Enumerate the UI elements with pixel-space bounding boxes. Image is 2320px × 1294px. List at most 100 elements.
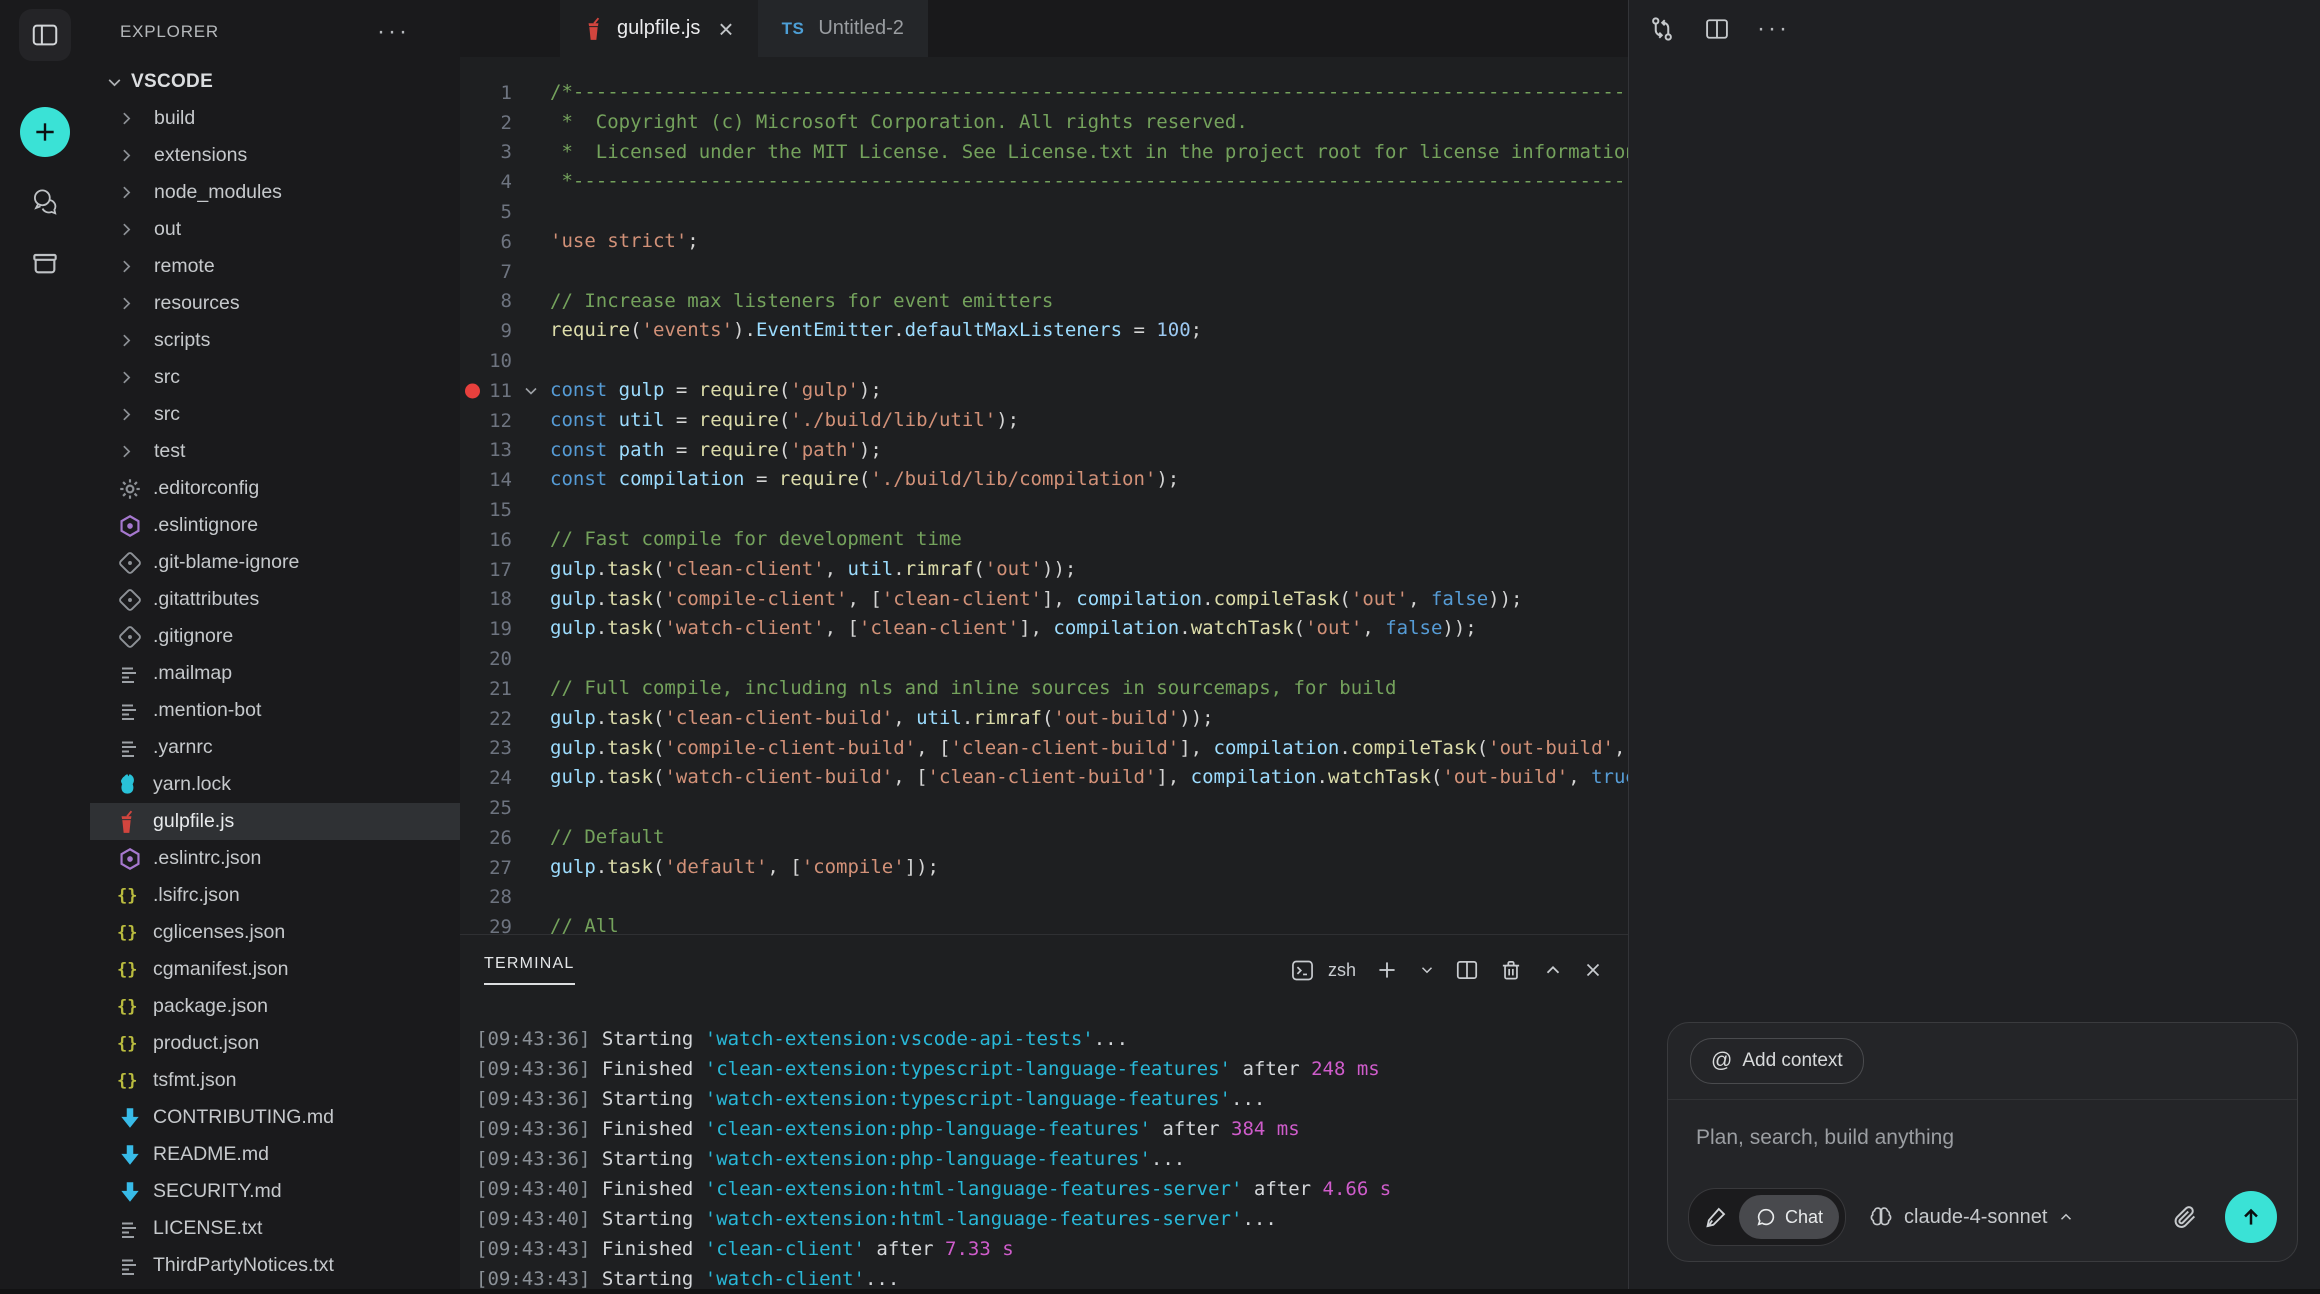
code-line-1[interactable]: 1/*-------------------------------------… bbox=[460, 78, 1628, 108]
code-line-10[interactable]: 10 bbox=[460, 346, 1628, 376]
tree-item-product-json[interactable]: {}product.json bbox=[90, 1025, 460, 1062]
line-number[interactable]: 26 bbox=[460, 827, 512, 849]
tree-item-extensions[interactable]: extensions bbox=[90, 137, 460, 174]
tree-item--mailmap[interactable]: .mailmap bbox=[90, 655, 460, 692]
line-number[interactable]: 10 bbox=[460, 350, 512, 372]
maximize-panel-chevron-icon[interactable] bbox=[1542, 959, 1564, 981]
line-number[interactable]: 16 bbox=[460, 529, 512, 551]
chat-history-button[interactable] bbox=[27, 183, 63, 219]
terminal-tab[interactable]: TERMINAL bbox=[484, 955, 575, 985]
code-line-14[interactable]: 14const compilation = require('./build/l… bbox=[460, 465, 1628, 495]
tree-item--lsifrc-json[interactable]: {}.lsifrc.json bbox=[90, 877, 460, 914]
line-number[interactable]: 21 bbox=[460, 678, 512, 700]
terminal-profile-chevron-icon[interactable] bbox=[1418, 961, 1436, 979]
chat-input[interactable]: Plan, search, build anything bbox=[1668, 1100, 2297, 1150]
code-line-15[interactable]: 15 bbox=[460, 495, 1628, 525]
tree-item-node-modules[interactable]: node_modules bbox=[90, 174, 460, 211]
split-editor-icon[interactable] bbox=[1703, 15, 1731, 43]
code-line-20[interactable]: 20 bbox=[460, 644, 1628, 674]
line-number[interactable]: 27 bbox=[460, 857, 512, 879]
line-number[interactable]: 2 bbox=[460, 112, 512, 134]
breakpoint-dot[interactable] bbox=[465, 383, 480, 398]
line-number[interactable]: 19 bbox=[460, 618, 512, 640]
model-selector[interactable]: claude-4-sonnet bbox=[1868, 1204, 2075, 1230]
code-line-6[interactable]: 6'use strict'; bbox=[460, 227, 1628, 257]
line-number[interactable]: 23 bbox=[460, 737, 512, 759]
mode-toggle[interactable]: Chat bbox=[1688, 1188, 1846, 1246]
tab-gulpfile-js[interactable]: gulpfile.js × bbox=[560, 0, 758, 57]
line-number[interactable]: 1 bbox=[460, 82, 512, 104]
terminal-shell-icon[interactable] bbox=[1289, 957, 1316, 984]
tree-item-out[interactable]: out bbox=[90, 211, 460, 248]
code-line-13[interactable]: 13const path = require('path'); bbox=[460, 436, 1628, 466]
tree-item--eslintrc-json[interactable]: .eslintrc.json bbox=[90, 840, 460, 877]
code-line-19[interactable]: 19gulp.task('watch-client', ['clean-clie… bbox=[460, 614, 1628, 644]
tree-item-contributing-md[interactable]: CONTRIBUTING.md bbox=[90, 1099, 460, 1136]
code-line-22[interactable]: 22gulp.task('clean-client-build', util.r… bbox=[460, 704, 1628, 734]
line-number[interactable]: 18 bbox=[460, 588, 512, 610]
compare-changes-icon[interactable] bbox=[1647, 14, 1677, 44]
code-line-24[interactable]: 24gulp.task('watch-client-build', ['clea… bbox=[460, 763, 1628, 793]
code-line-2[interactable]: 2 * Copyright (c) Microsoft Corporation.… bbox=[460, 108, 1628, 138]
new-terminal-icon[interactable] bbox=[1374, 957, 1400, 983]
tree-item-resources[interactable]: resources bbox=[90, 285, 460, 322]
line-number[interactable]: 7 bbox=[460, 261, 512, 283]
tree-item--gitattributes[interactable]: .gitattributes bbox=[90, 581, 460, 618]
code-editor[interactable]: 1/*-------------------------------------… bbox=[460, 57, 1628, 934]
line-number[interactable]: 4 bbox=[460, 171, 512, 193]
code-line-28[interactable]: 28 bbox=[460, 883, 1628, 913]
line-number[interactable]: 29 bbox=[460, 916, 512, 934]
line-number[interactable]: 24 bbox=[460, 767, 512, 789]
line-number[interactable]: 12 bbox=[460, 410, 512, 432]
tree-item-tsfmt-json[interactable]: {}tsfmt.json bbox=[90, 1062, 460, 1099]
more-actions-icon[interactable]: ··· bbox=[1757, 17, 1790, 41]
archive-button[interactable] bbox=[27, 245, 63, 281]
split-terminal-icon[interactable] bbox=[1454, 957, 1480, 983]
line-number[interactable]: 17 bbox=[460, 559, 512, 581]
code-line-5[interactable]: 5 bbox=[460, 197, 1628, 227]
line-number[interactable]: 15 bbox=[460, 499, 512, 521]
line-number[interactable]: 25 bbox=[460, 797, 512, 819]
tree-item--git-blame-ignore[interactable]: .git-blame-ignore bbox=[90, 544, 460, 581]
code-line-11[interactable]: 11const gulp = require('gulp'); bbox=[460, 376, 1628, 406]
chat-mode-chip[interactable]: Chat bbox=[1739, 1195, 1839, 1239]
line-number[interactable]: 28 bbox=[460, 886, 512, 908]
tree-item-security-md[interactable]: SECURITY.md bbox=[90, 1173, 460, 1210]
line-number[interactable]: 3 bbox=[460, 141, 512, 163]
kill-terminal-trash-icon[interactable] bbox=[1498, 957, 1524, 983]
line-number[interactable]: 9 bbox=[460, 320, 512, 342]
close-tab-icon[interactable]: × bbox=[718, 16, 733, 42]
tree-item-cgmanifest-json[interactable]: {}cgmanifest.json bbox=[90, 951, 460, 988]
code-line-18[interactable]: 18gulp.task('compile-client', ['clean-cl… bbox=[460, 585, 1628, 615]
code-line-3[interactable]: 3 * Licensed under the MIT License. See … bbox=[460, 138, 1628, 168]
line-number[interactable]: 14 bbox=[460, 469, 512, 491]
write-pen-icon[interactable] bbox=[1703, 1204, 1729, 1230]
tree-item-yarn-lock[interactable]: yarn.lock bbox=[90, 766, 460, 803]
new-chat-button[interactable] bbox=[20, 107, 70, 157]
code-line-17[interactable]: 17gulp.task('clean-client', util.rimraf(… bbox=[460, 555, 1628, 585]
tree-item-test[interactable]: test bbox=[90, 433, 460, 470]
line-number[interactable]: 20 bbox=[460, 648, 512, 670]
tree-item--yarnrc[interactable]: .yarnrc bbox=[90, 729, 460, 766]
code-line-23[interactable]: 23gulp.task('compile-client-build', ['cl… bbox=[460, 734, 1628, 764]
tree-root-vscode[interactable]: VSCODE bbox=[90, 64, 460, 100]
code-line-16[interactable]: 16// Fast compile for development time bbox=[460, 525, 1628, 555]
add-context-button[interactable]: @ Add context bbox=[1690, 1038, 1864, 1084]
code-line-21[interactable]: 21// Full compile, including nls and inl… bbox=[460, 674, 1628, 704]
tree-item--editorconfig[interactable]: .editorconfig bbox=[90, 470, 460, 507]
tree-item--gitignore[interactable]: .gitignore bbox=[90, 618, 460, 655]
tree-item--eslintignore[interactable]: .eslintignore bbox=[90, 507, 460, 544]
line-number[interactable]: 6 bbox=[460, 231, 512, 253]
tree-item-gulpfile-js[interactable]: gulpfile.js bbox=[90, 803, 460, 840]
tree-item-license-txt[interactable]: LICENSE.txt bbox=[90, 1210, 460, 1247]
line-number[interactable]: 13 bbox=[460, 439, 512, 461]
code-line-29[interactable]: 29// All bbox=[460, 912, 1628, 934]
send-button[interactable] bbox=[2225, 1191, 2277, 1243]
close-panel-icon[interactable] bbox=[1582, 959, 1604, 981]
sidebar-toggle-button[interactable] bbox=[19, 9, 71, 61]
attach-paperclip-icon[interactable] bbox=[2171, 1203, 2199, 1231]
code-line-4[interactable]: 4 *-------------------------------------… bbox=[460, 167, 1628, 197]
tree-item-scripts[interactable]: scripts bbox=[90, 322, 460, 359]
code-line-9[interactable]: 9require('events').EventEmitter.defaultM… bbox=[460, 316, 1628, 346]
line-number[interactable]: 5 bbox=[460, 201, 512, 223]
